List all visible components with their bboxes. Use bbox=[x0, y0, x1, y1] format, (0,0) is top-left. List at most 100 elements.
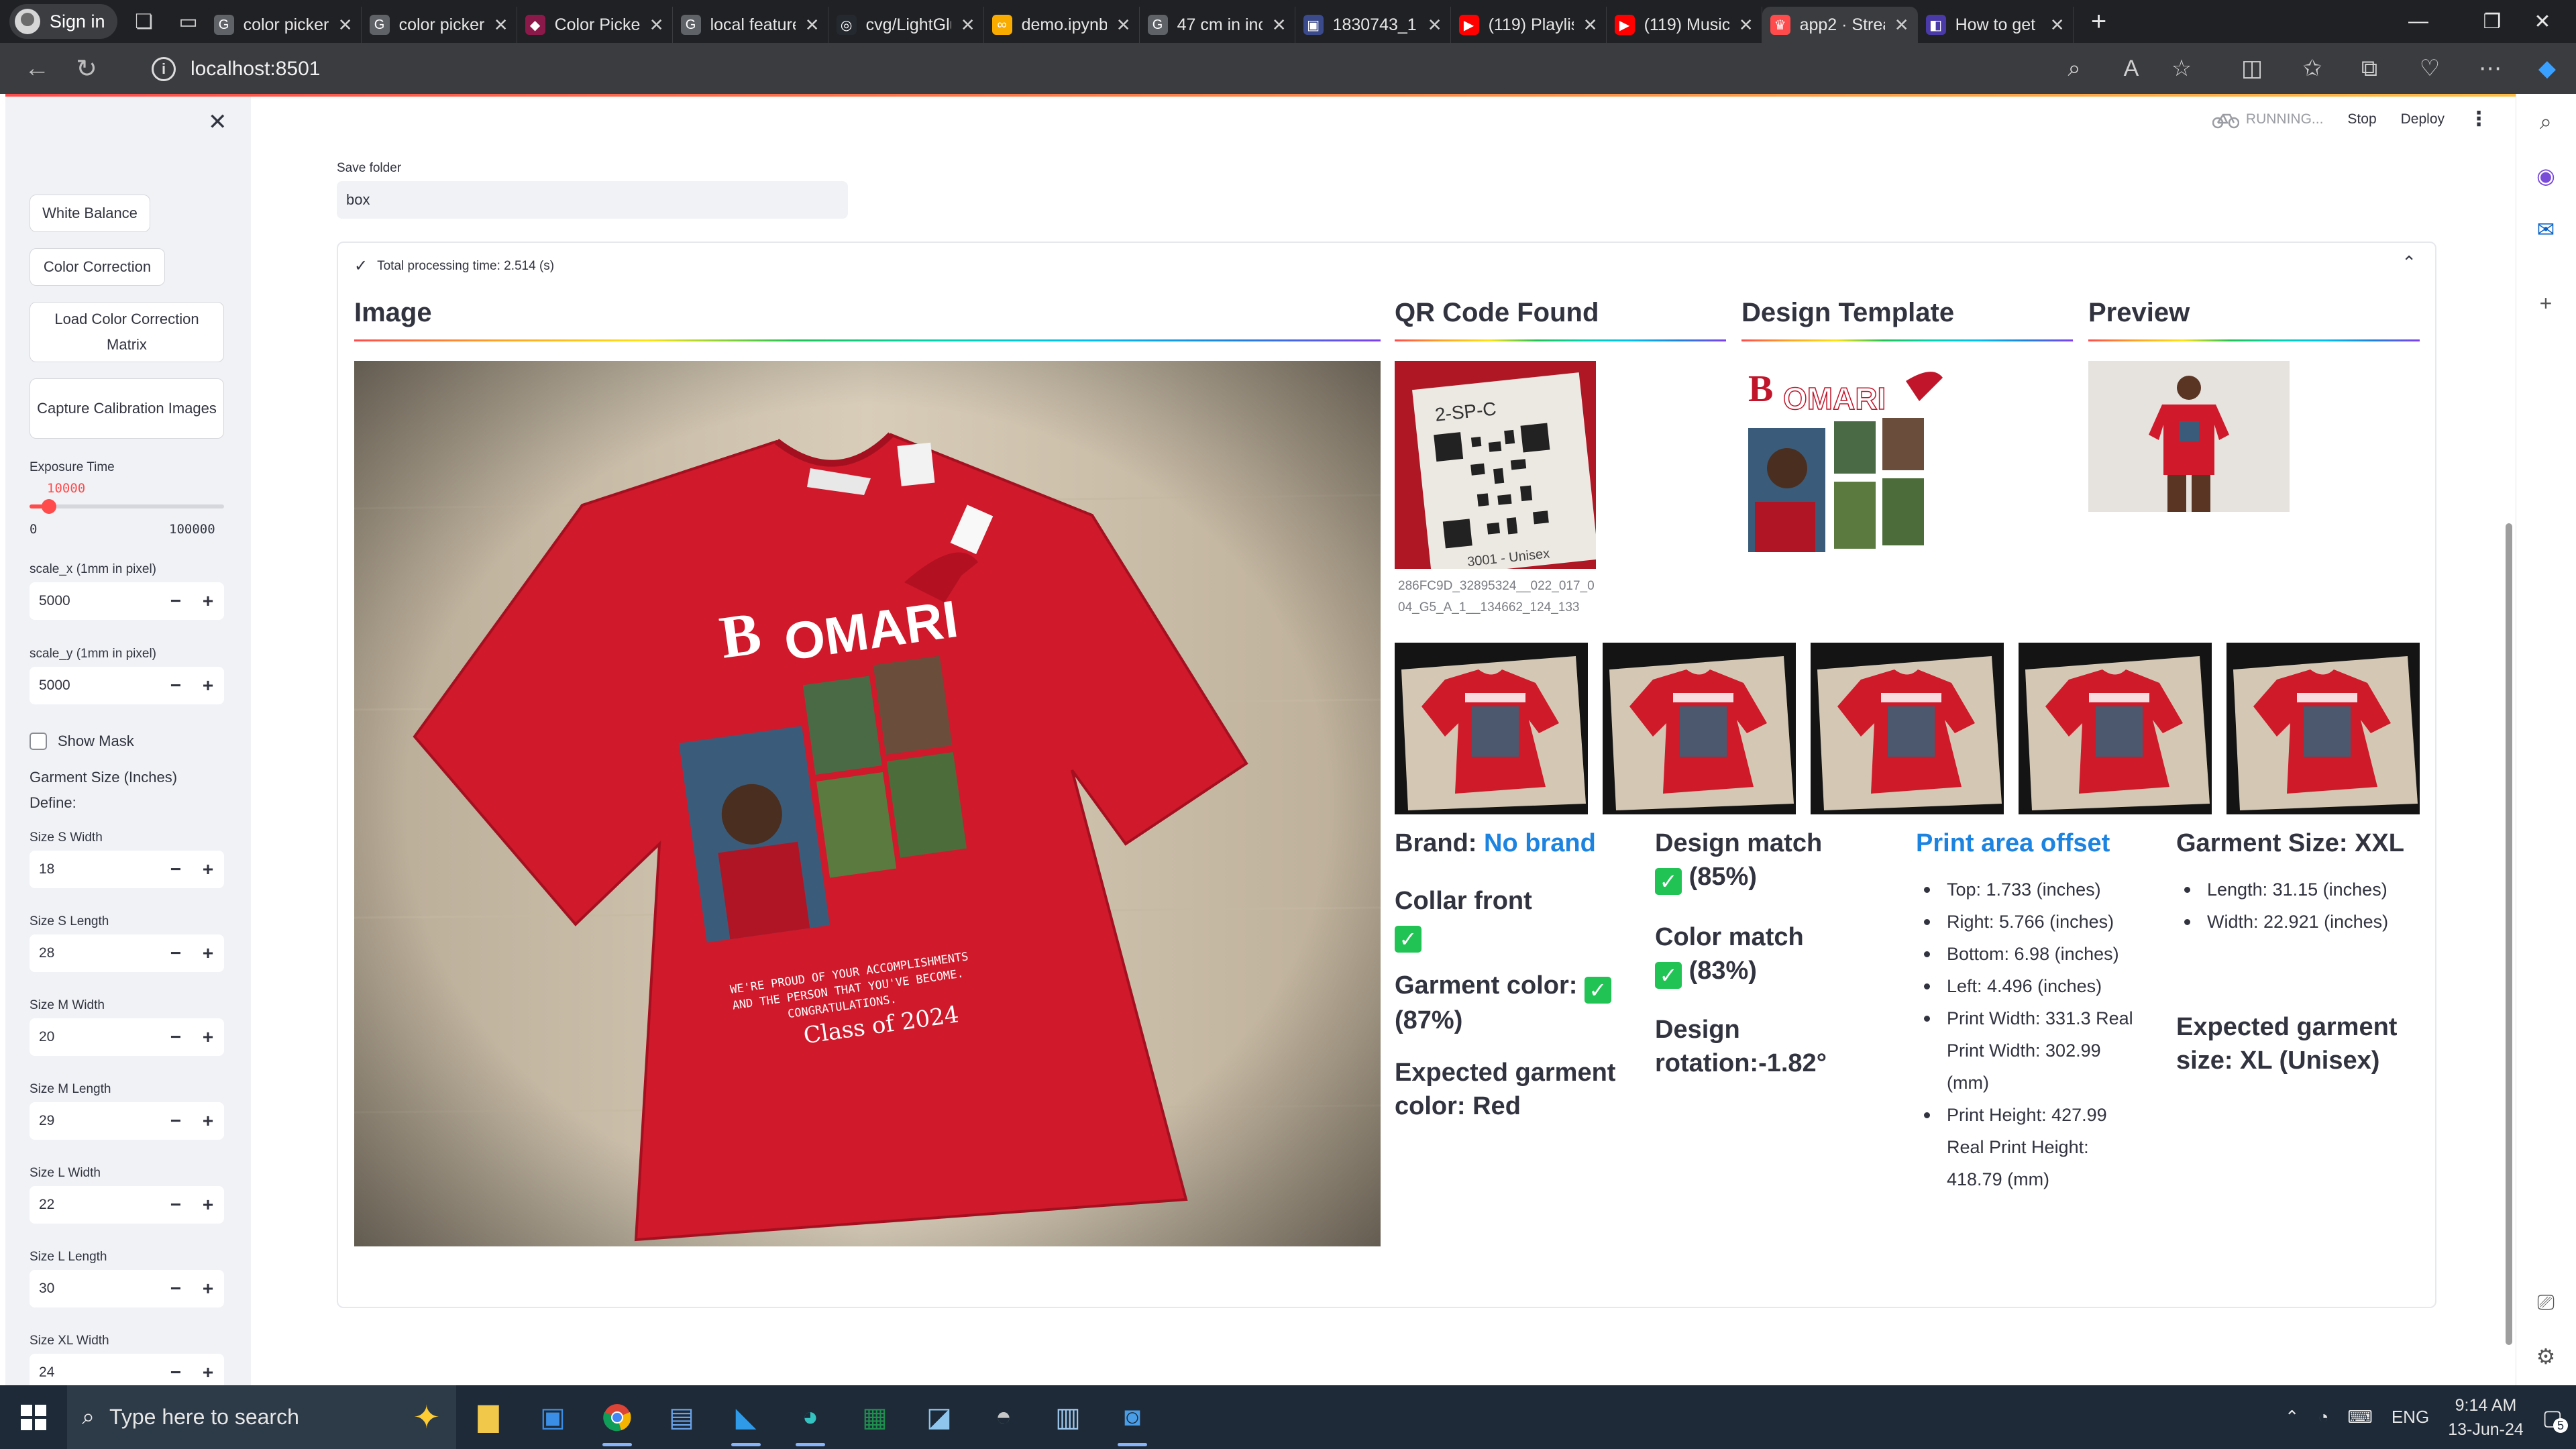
size-decrement-button[interactable]: − bbox=[160, 1110, 192, 1132]
white-balance-button[interactable]: White Balance bbox=[30, 195, 150, 232]
size-decrement-button[interactable]: − bbox=[160, 1026, 192, 1048]
scale-y-input[interactable]: 5000 − + bbox=[30, 667, 224, 704]
zoom-icon[interactable]: ⌕ bbox=[2049, 43, 2099, 94]
favorites-icon[interactable]: ✩ bbox=[2288, 43, 2337, 94]
exposure-slider[interactable] bbox=[30, 499, 224, 514]
size-number-input[interactable]: 28− + bbox=[30, 934, 224, 972]
size-input-value[interactable]: 20 bbox=[30, 1029, 160, 1045]
size-input-value[interactable]: 30 bbox=[30, 1281, 160, 1297]
add-sidebar-app-icon[interactable]: + bbox=[2531, 288, 2561, 318]
notifications-icon[interactable]: ▢ 5 bbox=[2542, 1405, 2568, 1433]
language-indicator[interactable]: ENG bbox=[2392, 1407, 2429, 1428]
browser-tab[interactable]: G 47 cm in inches ✕ bbox=[1140, 7, 1295, 43]
outlook-icon[interactable]: ✉ bbox=[2531, 215, 2561, 244]
tab-actions-icon[interactable]: ▭ bbox=[171, 4, 206, 39]
size-increment-button[interactable]: + bbox=[192, 1110, 224, 1132]
expander-header[interactable]: ✓ Total processing time: 2.514 (s) bbox=[354, 256, 554, 276]
show-mask-checkbox[interactable] bbox=[30, 733, 47, 750]
copilot-sidebar-icon[interactable]: ◉ bbox=[2531, 161, 2561, 191]
read-aloud-icon[interactable]: A bbox=[2106, 43, 2156, 94]
size-number-input[interactable]: 24− + bbox=[30, 1354, 224, 1385]
sidebar-settings-icon[interactable]: ⚙ bbox=[2531, 1342, 2561, 1371]
save-folder-input[interactable]: box bbox=[337, 181, 848, 219]
browser-tab[interactable]: Glocal feature ✕ bbox=[673, 7, 828, 43]
close-tab-icon[interactable]: ✕ bbox=[805, 15, 820, 36]
file-explorer-icon[interactable]: ▇ bbox=[456, 1385, 521, 1449]
scale-y-value[interactable]: 5000 bbox=[30, 678, 160, 694]
windows-start-icon[interactable] bbox=[0, 1385, 67, 1449]
close-tab-icon[interactable]: ✕ bbox=[1116, 15, 1131, 36]
size-input-value[interactable]: 22 bbox=[30, 1197, 160, 1213]
new-tab-button[interactable]: + bbox=[2079, 3, 2119, 40]
browser-tab[interactable]: ◎ cvg/LightGlue ✕ bbox=[828, 7, 984, 43]
chevron-up-icon[interactable]: ⌃ bbox=[2402, 252, 2416, 273]
deploy-button[interactable]: Deploy bbox=[2401, 111, 2445, 127]
load-color-correction-matrix-button[interactable]: Load Color Correction Matrix bbox=[30, 302, 224, 362]
browser-tab[interactable]: ▶ (119) Music ✕ bbox=[1607, 7, 1762, 43]
search-icon[interactable]: ⌕ bbox=[2531, 107, 2561, 137]
store-icon[interactable]: ▣ bbox=[521, 1385, 585, 1449]
size-input-value[interactable]: 29 bbox=[30, 1113, 160, 1129]
taskbar-search[interactable]: ⌕ Type here to search ✦ bbox=[67, 1385, 456, 1449]
scale-y-increment-button[interactable]: + bbox=[192, 675, 224, 696]
browser-tab[interactable]: ∞ demo.ipynb ✕ bbox=[984, 7, 1140, 43]
size-number-input[interactable]: 30− + bbox=[30, 1270, 224, 1307]
split-screen-icon[interactable]: ◫ bbox=[2227, 43, 2277, 94]
stop-button[interactable]: Stop bbox=[2347, 111, 2376, 127]
close-tab-icon[interactable]: ✕ bbox=[961, 15, 975, 36]
close-tab-icon[interactable]: ✕ bbox=[2050, 15, 2065, 36]
main-menu-icon[interactable]: ⋮ bbox=[2469, 107, 2489, 131]
chevron-up-icon[interactable]: ⌃ bbox=[2285, 1407, 2300, 1428]
size-number-input[interactable]: 22− + bbox=[30, 1186, 224, 1224]
size-increment-button[interactable]: + bbox=[192, 1194, 224, 1216]
size-input-value[interactable]: 24 bbox=[30, 1364, 160, 1381]
favorite-star-icon[interactable]: ☆ bbox=[2157, 43, 2206, 94]
size-number-input[interactable]: 29− + bbox=[30, 1102, 224, 1140]
size-input-value[interactable]: 28 bbox=[30, 945, 160, 961]
close-sidebar-icon[interactable]: ✕ bbox=[208, 109, 227, 136]
scale-y-decrement-button[interactable]: − bbox=[160, 675, 192, 696]
excel-icon[interactable]: ▦ bbox=[843, 1385, 907, 1449]
screen-recorder-icon[interactable]: ◙ bbox=[1100, 1385, 1165, 1449]
notes-icon[interactable]: ◪ bbox=[907, 1385, 971, 1449]
scale-x-decrement-button[interactable]: − bbox=[160, 590, 192, 612]
browser-tab[interactable]: ◆ Color Picker ✕ bbox=[517, 7, 673, 43]
size-increment-button[interactable]: + bbox=[192, 1026, 224, 1048]
settings-more-icon[interactable]: ⋯ bbox=[2465, 43, 2515, 94]
size-decrement-button[interactable]: − bbox=[160, 1362, 192, 1383]
scale-x-value[interactable]: 5000 bbox=[30, 593, 160, 609]
browser-tab[interactable]: ♛ app2 · Streamlit ✕ bbox=[1762, 7, 1918, 43]
close-tab-icon[interactable]: ✕ bbox=[338, 15, 353, 36]
size-decrement-button[interactable]: − bbox=[160, 1278, 192, 1299]
back-icon[interactable]: ← bbox=[12, 43, 62, 94]
scale-x-input[interactable]: 5000 − + bbox=[30, 582, 224, 620]
url-field[interactable]: i localhost:8501 bbox=[152, 52, 2151, 86]
network-icon[interactable]: ◔ bbox=[2318, 1407, 2329, 1428]
capture-calibration-images-button[interactable]: Capture Calibration Images bbox=[30, 378, 224, 439]
copilot-icon[interactable]: ◆ bbox=[2522, 43, 2572, 94]
edge-icon[interactable]: ◕ bbox=[778, 1385, 843, 1449]
size-number-input[interactable]: 20− + bbox=[30, 1018, 224, 1056]
close-tab-icon[interactable]: ✕ bbox=[649, 15, 664, 36]
size-increment-button[interactable]: + bbox=[192, 943, 224, 964]
close-tab-icon[interactable]: ✕ bbox=[1583, 15, 1598, 36]
color-correction-button[interactable]: Color Correction bbox=[30, 248, 165, 286]
clock[interactable]: 9:14 AM 13-Jun-24 bbox=[2448, 1393, 2524, 1442]
browser-tab[interactable]: ◧ How to get ✕ bbox=[1918, 7, 2074, 43]
browser-tab[interactable]: ▣ 1830743_1.jpg ✕ bbox=[1295, 7, 1451, 43]
workspaces-icon[interactable]: ❏ bbox=[127, 4, 162, 39]
vscode-icon[interactable]: ◣ bbox=[714, 1385, 778, 1449]
size-decrement-button[interactable]: − bbox=[160, 1194, 192, 1216]
size-increment-button[interactable]: + bbox=[192, 1278, 224, 1299]
close-tab-icon[interactable]: ✕ bbox=[1894, 15, 1909, 36]
size-decrement-button[interactable]: − bbox=[160, 859, 192, 880]
size-decrement-button[interactable]: − bbox=[160, 943, 192, 964]
close-tab-icon[interactable]: ✕ bbox=[1428, 15, 1442, 36]
screenshot-icon[interactable]: ⎚ bbox=[2531, 1288, 2561, 1318]
close-tab-icon[interactable]: ✕ bbox=[1272, 15, 1287, 36]
size-number-input[interactable]: 18− + bbox=[30, 851, 224, 888]
browser-essentials-icon[interactable]: ♡ bbox=[2405, 43, 2455, 94]
keyboard-icon[interactable]: ⌨ bbox=[2347, 1407, 2373, 1428]
refresh-icon[interactable]: ↻ bbox=[62, 43, 111, 94]
exposure-slider-thumb[interactable] bbox=[42, 499, 56, 514]
